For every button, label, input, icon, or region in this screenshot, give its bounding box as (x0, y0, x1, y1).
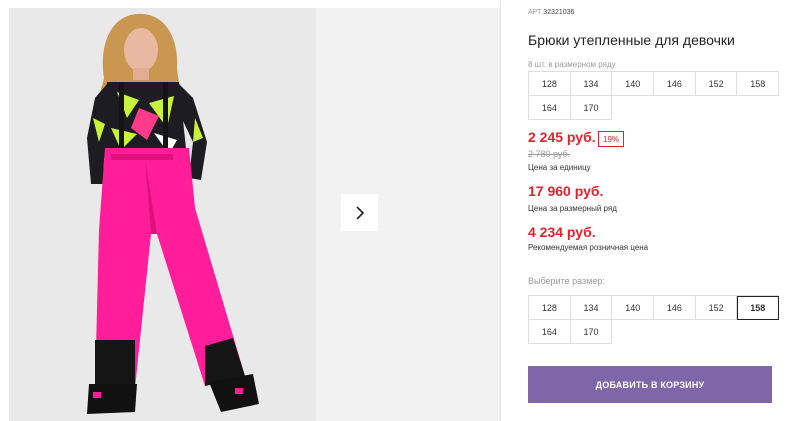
size-select-label: Выберите размер: (528, 276, 605, 286)
size-option[interactable]: 140 (612, 296, 655, 320)
product-gallery (0, 0, 500, 421)
product-photo[interactable] (9, 8, 316, 421)
pack-size-cell: 158 (737, 72, 780, 96)
article-code: 32321036 (543, 9, 575, 16)
article-label: АРТ (528, 9, 542, 16)
size-option[interactable]: 128 (529, 296, 571, 320)
size-option[interactable]: 152 (695, 296, 738, 320)
unit-price-label: Цена за единицу (528, 163, 591, 172)
pack-size-cell: 140 (612, 72, 655, 96)
retail-price-label: Рекомендуемая розничная цена (528, 243, 649, 252)
size-option-selected[interactable]: 158 (737, 296, 780, 320)
pack-size-cell: 152 (695, 72, 738, 96)
product-photo-illustration (9, 8, 316, 421)
pack-size-cell: 164 (529, 96, 571, 120)
size-option[interactable]: 170 (570, 320, 613, 344)
old-price: 2 780 руб. (528, 149, 571, 159)
pack-size-cell: 146 (654, 72, 696, 96)
pack-size-cell: 134 (570, 72, 613, 96)
size-option[interactable]: 146 (654, 296, 696, 320)
unit-price: 2 245 руб. (528, 129, 596, 145)
pack-size-grid: 128 134 140 146 152 158 164 170 (528, 71, 780, 120)
add-to-cart-button[interactable]: ДОБАВИТЬ В КОРЗИНУ (528, 366, 772, 403)
column-divider (500, 0, 501, 421)
pack-size-cell: 170 (570, 96, 613, 120)
product-title: Брюки утепленные для девочки (528, 32, 735, 48)
size-option[interactable]: 134 (570, 296, 613, 320)
pack-note: 8 шт. в размерном ряду (528, 60, 616, 69)
set-price-label: Цена за размерный ряд (528, 204, 617, 213)
retail-price: 4 234 руб. (528, 224, 596, 240)
discount-badge: 19% (598, 131, 625, 147)
size-select-grid: 128 134 140 146 152 158 164 170 (528, 295, 780, 344)
set-price: 17 960 руб. (528, 183, 604, 199)
pack-size-cell: 128 (529, 72, 571, 96)
gallery-next-button[interactable] (341, 194, 378, 231)
article-number: АРТ 32321036 (528, 9, 574, 16)
size-option[interactable]: 164 (529, 320, 571, 344)
chevron-right-icon (355, 205, 364, 220)
